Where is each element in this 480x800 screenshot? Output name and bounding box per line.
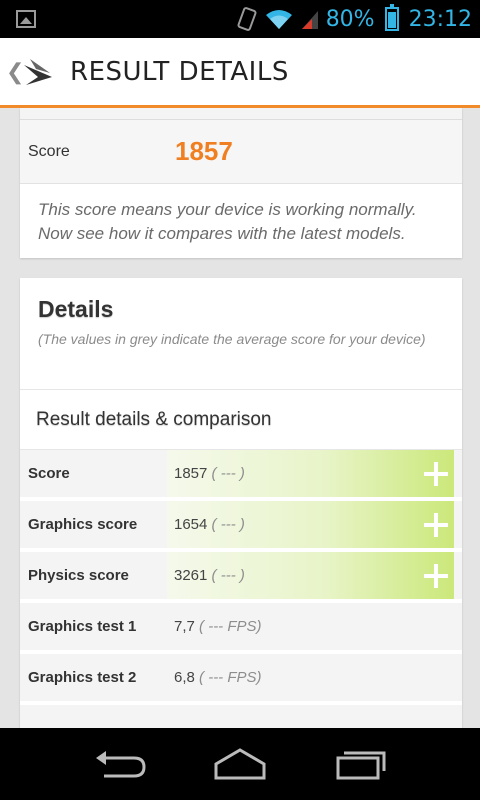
row-value: 3261 ( --- ) [167, 567, 245, 584]
row-value-number: 1857 [174, 465, 208, 482]
expand-plus-icon[interactable] [424, 513, 448, 537]
battery-percent: 80% [325, 6, 375, 32]
row-label: Graphics score [28, 516, 138, 533]
row-average: ( --- FPS) [199, 669, 262, 686]
vibrate-icon [237, 7, 257, 31]
row-average: ( --- ) [211, 516, 245, 533]
home-icon[interactable] [210, 746, 270, 782]
comparison-section-title: Result details & comparison [36, 408, 272, 430]
score-label: Score [28, 142, 70, 160]
row-value-number: 6,8 [174, 669, 195, 686]
score-row: Score 1857 [20, 120, 462, 184]
back-icon[interactable] [90, 746, 150, 782]
page-title: RESULT DETAILS [70, 56, 289, 87]
signal-icon [301, 11, 318, 29]
clock: 23:12 [408, 6, 472, 32]
score-description: This score means your device is working … [38, 200, 417, 243]
recent-apps-icon[interactable] [330, 746, 390, 782]
status-icons: 80% 23:12 [236, 0, 472, 38]
wifi-icon [265, 10, 292, 29]
details-header: Details (The values in grey indicate the… [20, 278, 462, 390]
details-subtitle: (The values in grey indicate the average… [38, 331, 426, 347]
score-card: Score 1857 This score means your device … [20, 108, 462, 258]
row-value-number: 1654 [174, 516, 208, 533]
row-label: Graphics test 2 [28, 669, 137, 686]
scroll-content[interactable]: Score 1857 This score means your device … [0, 108, 480, 728]
row-value: 1857 ( --- ) [167, 465, 245, 482]
row-label: Physics score [28, 567, 129, 584]
3dmark-logo-icon[interactable] [22, 55, 56, 89]
row-average: ( --- ) [211, 567, 245, 584]
result-rows: Score 1857 ( --- ) Graphics score 1654 (… [20, 450, 462, 728]
action-bar: ❮ RESULT DETAILS [0, 38, 480, 108]
row-value: 6,8 ( --- FPS) [167, 669, 262, 686]
chevron-left-icon[interactable]: ❮ [6, 59, 24, 85]
row-label: Graphics test 1 [28, 618, 137, 635]
result-row-score[interactable]: Score 1857 ( --- ) [20, 450, 462, 501]
score-card-top [20, 108, 462, 120]
result-row-graphics-test-1: Graphics test 1 7,7 ( --- FPS) [20, 603, 462, 654]
row-average: ( --- FPS) [199, 618, 262, 635]
comparison-section-header: Result details & comparison [20, 390, 462, 450]
status-bar: 80% 23:12 [0, 0, 480, 38]
result-row-graphics-score[interactable]: Graphics score 1654 ( --- ) [20, 501, 462, 552]
details-card: Details (The values in grey indicate the… [20, 278, 462, 728]
row-value: 1654 ( --- ) [167, 516, 245, 533]
navigation-bar [0, 728, 480, 800]
expand-plus-icon[interactable] [424, 462, 448, 486]
image-notification-icon [16, 10, 36, 28]
battery-icon [384, 4, 399, 31]
details-title: Details [38, 296, 114, 322]
expand-plus-icon[interactable] [424, 564, 448, 588]
result-row-physics-score[interactable]: Physics score 3261 ( --- ) [20, 552, 462, 603]
row-value-number: 7,7 [174, 618, 195, 635]
row-average: ( --- ) [211, 465, 245, 482]
result-row-partial [20, 705, 462, 728]
score-value: 1857 [175, 136, 233, 166]
row-label: Score [28, 465, 70, 482]
row-value-number: 3261 [174, 567, 208, 584]
row-value: 7,7 ( --- FPS) [167, 618, 262, 635]
result-row-graphics-test-2: Graphics test 2 6,8 ( --- FPS) [20, 654, 462, 705]
